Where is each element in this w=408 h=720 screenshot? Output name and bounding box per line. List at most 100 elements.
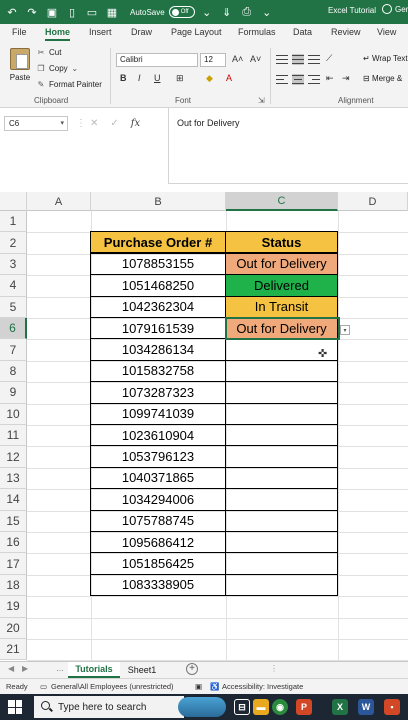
status-cell[interactable] <box>225 466 338 490</box>
column-header-b[interactable]: B <box>91 192 226 211</box>
row-header-11[interactable]: 11 <box>0 425 27 447</box>
font-size-select[interactable]: 12 <box>200 53 226 67</box>
po-number-cell[interactable]: 1078853155 <box>90 252 226 276</box>
select-all-corner[interactable] <box>0 192 27 211</box>
scroll-handle-icon[interactable]: ⋮ <box>270 664 278 673</box>
row-header-6[interactable]: 6 <box>0 318 27 340</box>
decrease-font-icon[interactable]: A˅ <box>250 54 261 64</box>
row-header-20[interactable]: 20 <box>0 617 27 639</box>
status-cell[interactable]: Out for Delivery <box>225 317 338 340</box>
tab-file[interactable]: File <box>12 27 27 37</box>
weather-widget-icon[interactable] <box>178 697 226 717</box>
increase-font-icon[interactable]: A˄ <box>232 54 243 64</box>
po-number-cell[interactable]: 1015832758 <box>90 359 226 383</box>
align-center-icon[interactable] <box>292 74 304 85</box>
font-color-icon[interactable]: A <box>226 73 232 83</box>
macro-icon[interactable]: ▣ <box>195 682 202 691</box>
status-cell[interactable] <box>225 573 338 597</box>
save-icon[interactable]: ▣ <box>44 4 60 20</box>
po-number-cell[interactable]: 1051468250 <box>90 274 226 297</box>
sheet-tab-sheet1[interactable]: Sheet1 <box>122 662 162 678</box>
customize-icon[interactable]: ⌄ <box>259 4 275 20</box>
status-cell[interactable] <box>225 424 338 447</box>
tab-review[interactable]: Review <box>331 27 361 37</box>
paste-button[interactable]: Paste <box>6 48 34 82</box>
cut-button[interactable]: ✂ Cut <box>36 48 62 57</box>
italic-button[interactable]: I <box>138 73 141 83</box>
add-sheet-icon[interactable]: + <box>186 663 198 675</box>
redo-icon[interactable]: ↷ <box>24 4 40 20</box>
tab-page-layout[interactable]: Page Layout <box>171 27 222 37</box>
insert-function-button[interactable]: fx <box>131 118 140 129</box>
bold-button[interactable]: B <box>120 73 127 83</box>
row-header-13[interactable]: 13 <box>0 467 27 490</box>
align-middle-icon[interactable] <box>292 54 304 65</box>
undo-icon[interactable]: ↶ <box>4 4 20 20</box>
autosave-control[interactable]: AutoSave Off <box>130 6 195 18</box>
borders-icon[interactable]: ⊞ <box>176 73 184 84</box>
po-number-cell[interactable]: 1073287323 <box>90 381 226 404</box>
po-number-cell[interactable]: 1023610904 <box>90 424 226 447</box>
status-cell[interactable]: Delivered <box>225 274 338 297</box>
po-number-cell[interactable]: 1099741039 <box>90 402 226 425</box>
po-number-cell[interactable]: 1053796123 <box>90 445 226 468</box>
tab-insert[interactable]: Insert <box>89 27 112 37</box>
tab-draw[interactable]: Draw <box>131 27 152 37</box>
row-header-15[interactable]: 15 <box>0 510 27 532</box>
office-icon[interactable]: ▪ <box>384 699 400 715</box>
taskbar-search-input[interactable]: Type here to search <box>34 696 184 718</box>
po-number-cell[interactable]: 1083338905 <box>90 573 226 597</box>
wrap-text-button[interactable]: ↵ Wrap Text <box>363 54 408 63</box>
orientation-icon[interactable]: ⟋ <box>326 53 332 64</box>
file-explorer-icon[interactable]: ▬ <box>253 699 269 715</box>
dropdown-arrow-icon[interactable]: ▾ <box>340 325 350 335</box>
font-name-select[interactable]: Calibri <box>116 53 198 67</box>
column-header-d[interactable]: D <box>338 192 408 211</box>
column-header-c[interactable]: C <box>226 192 338 211</box>
po-number-cell[interactable]: 1095686412 <box>90 531 226 554</box>
sheet-next-icon[interactable]: ▶ <box>22 664 28 673</box>
copy-button[interactable]: ❐ Copy ⌄ <box>36 64 83 73</box>
align-left-icon[interactable] <box>276 74 288 85</box>
row-header-17[interactable]: 17 <box>0 553 27 575</box>
font-dialog-launcher-icon[interactable]: ⇲ <box>258 96 265 105</box>
row-header-19[interactable]: 19 <box>0 596 27 618</box>
print-icon[interactable]: ⎙ <box>239 4 255 20</box>
align-right-icon[interactable] <box>308 74 320 85</box>
row-header-18[interactable]: 18 <box>0 574 27 597</box>
cancel-icon[interactable]: ✕ <box>90 118 98 129</box>
increase-indent-icon[interactable]: ⇥ <box>342 73 350 84</box>
new-file-icon[interactable]: ▯ <box>64 4 80 20</box>
word-icon[interactable]: W <box>358 699 374 715</box>
decrease-indent-icon[interactable]: ⇤ <box>326 73 334 84</box>
powerpoint-icon[interactable]: P <box>296 699 312 715</box>
row-header-4[interactable]: 4 <box>0 275 27 297</box>
status-cell[interactable] <box>225 531 338 554</box>
row-header-10[interactable]: 10 <box>0 403 27 425</box>
po-number-cell[interactable]: 1042362304 <box>90 295 226 318</box>
po-number-cell[interactable]: 1075788745 <box>90 509 226 532</box>
underline-button[interactable]: U <box>154 73 161 83</box>
status-cell[interactable] <box>225 445 338 468</box>
tab-data[interactable]: Data <box>293 27 312 37</box>
autosave-toggle[interactable]: Off <box>168 6 195 18</box>
status-accessibility[interactable]: Accessibility: Investigate <box>222 682 303 691</box>
merge-button[interactable]: ⊟ Merge & <box>363 74 402 83</box>
status-cell[interactable]: Out for Delivery <box>225 252 338 276</box>
task-view-icon[interactable]: ⊟ <box>234 699 250 715</box>
chrome-icon[interactable]: ◉ <box>272 699 288 715</box>
sensitivity-button[interactable]: Gen <box>382 4 408 14</box>
status-cell[interactable] <box>225 488 338 511</box>
row-header-12[interactable]: 12 <box>0 446 27 468</box>
more-icon[interactable]: ⌄ <box>199 4 215 20</box>
po-number-cell[interactable]: 1079161539 <box>90 317 226 340</box>
enter-icon[interactable]: ✓ <box>110 118 118 129</box>
row-header-21[interactable]: 21 <box>0 639 27 661</box>
row-header-7[interactable]: 7 <box>0 339 27 361</box>
po-number-cell[interactable]: 1034294006 <box>90 488 226 511</box>
row-header-16[interactable]: 16 <box>0 532 27 554</box>
status-sensitivity[interactable]: General\All Employees (unrestricted) <box>51 682 174 691</box>
column-header-a[interactable]: A <box>27 192 91 211</box>
sheet-more-icon[interactable]: … <box>56 664 64 673</box>
po-number-cell[interactable]: 1051856425 <box>90 552 226 575</box>
